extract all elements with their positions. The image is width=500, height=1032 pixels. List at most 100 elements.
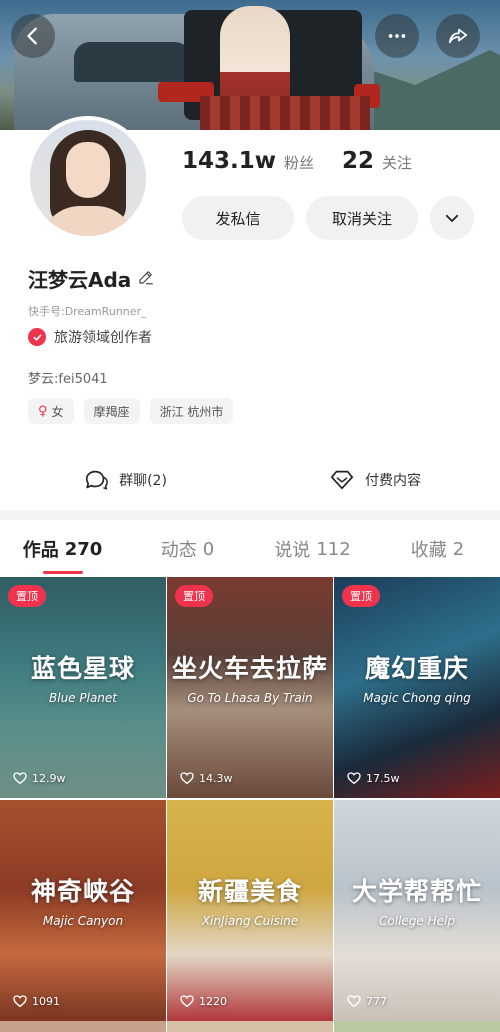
edit-icon[interactable] — [137, 268, 155, 290]
video-likes-count: 17.5w — [366, 771, 400, 785]
share-icon — [448, 28, 468, 44]
kuaishou-id: 快手号:DreamRunner_ — [28, 305, 147, 318]
video-likes-count: 777 — [366, 994, 387, 1008]
video-title: 坐火车去拉萨 — [171, 654, 328, 683]
pinned-badge: 置顶 — [8, 585, 46, 607]
video-likes: 1091 — [12, 993, 60, 1009]
chevron-down-icon — [445, 214, 459, 222]
next-card-peek — [334, 1021, 500, 1032]
certification-text: 旅游领域创作者 — [54, 330, 152, 346]
tag-gender-label: 女 — [51, 404, 64, 419]
chevron-left-icon — [27, 27, 37, 45]
profile-banner — [0, 0, 500, 130]
video-title: 大学帮帮忙 — [351, 877, 482, 906]
banner-car-window — [74, 42, 194, 82]
profile-action-buttons: 发私信 取消关注 — [182, 196, 474, 240]
tab-works[interactable]: 作品 270 — [0, 522, 125, 576]
heart-icon — [180, 995, 194, 1008]
back-button[interactable] — [11, 14, 55, 58]
pinned-badge: 置顶 — [175, 585, 213, 607]
section-divider — [0, 510, 500, 520]
profile-name-row: 汪梦云Ada — [28, 264, 155, 293]
video-card[interactable]: 置顶 蓝色星球 Blue Planet 12.9w — [0, 577, 166, 798]
profile-tags: ♀ 女 摩羯座 浙江 杭州市 — [28, 398, 234, 424]
expand-button[interactable] — [430, 196, 474, 240]
pencil-icon — [139, 270, 154, 284]
video-title: 魔幻重庆 — [364, 654, 469, 683]
next-row-peek — [0, 1021, 500, 1032]
video-card[interactable]: 大学帮帮忙 College Help 777 — [334, 800, 500, 1021]
tag-zodiac: 摩羯座 — [83, 398, 140, 424]
verified-check-icon — [28, 328, 46, 346]
tab-posts-label: 说说 — [274, 540, 311, 561]
tab-favorites-label: 收藏 — [410, 540, 447, 561]
active-tab-indicator — [42, 571, 83, 574]
send-message-button[interactable]: 发私信 — [182, 196, 294, 240]
group-chat-label: 群聊(2) — [119, 473, 167, 489]
video-subtitle: Magic Chong qing — [363, 691, 471, 705]
video-likes-count: 14.3w — [199, 771, 233, 785]
tab-works-label: 作品 — [22, 540, 59, 561]
tab-moments-label: 动态 — [160, 540, 197, 561]
video-subtitle: Blue Planet — [49, 691, 117, 705]
heart-icon — [180, 772, 194, 785]
share-button[interactable] — [436, 14, 480, 58]
video-card[interactable]: 新疆美食 XinJiang Cuisine 1220 — [167, 800, 333, 1021]
video-card[interactable]: 置顶 魔幻重庆 Magic Chong qing 17.5w — [334, 577, 500, 798]
video-grid: 置顶 蓝色星球 Blue Planet 12.9w 置顶 坐火车去拉萨 Go T… — [0, 577, 500, 1021]
video-likes: 14.3w — [179, 770, 233, 786]
tab-moments[interactable]: 动态 0 — [125, 522, 250, 576]
tab-favorites[interactable]: 收藏 2 — [375, 522, 500, 576]
video-title: 神奇峡谷 — [30, 877, 135, 906]
female-icon: ♀ — [38, 403, 48, 419]
banner-blanket — [200, 96, 370, 130]
video-card[interactable]: 置顶 坐火车去拉萨 Go To Lhasa By Train 14.3w — [167, 577, 333, 798]
diamond-icon — [330, 470, 354, 490]
heart-icon — [13, 995, 27, 1008]
followers-label[interactable]: 粉丝 — [284, 152, 314, 173]
tag-location: 浙江 杭州市 — [149, 398, 234, 424]
video-likes: 1220 — [179, 993, 227, 1009]
video-subtitle: XinJiang Cuisine — [201, 914, 299, 928]
tab-posts[interactable]: 说说 112 — [250, 522, 375, 576]
content-tabs: 作品 270 动态 0 说说 112 收藏 2 — [0, 522, 500, 576]
next-card-peek — [0, 1021, 166, 1032]
heart-icon — [13, 772, 27, 785]
profile-actions-bar: 群聊(2) 付费内容 — [0, 452, 500, 508]
video-title: 蓝色星球 — [30, 654, 135, 683]
pinned-badge: 置顶 — [342, 585, 380, 607]
certification-row[interactable]: 旅游领域创作者 — [28, 327, 152, 347]
video-likes: 12.9w — [12, 770, 66, 786]
video-subtitle: Go To Lhasa By Train — [187, 691, 313, 705]
video-likes-count: 1091 — [32, 994, 60, 1008]
paid-content-label: 付费内容 — [365, 473, 421, 489]
profile-name: 汪梦云Ada — [28, 268, 132, 292]
next-card-peek — [167, 1021, 333, 1032]
tab-posts-count: 112 — [316, 538, 351, 560]
unfollow-button[interactable]: 取消关注 — [306, 196, 418, 240]
heart-icon — [347, 772, 361, 785]
avatar-face — [66, 142, 110, 198]
avatar[interactable] — [26, 116, 150, 240]
chat-bubble-icon — [85, 470, 108, 490]
following-count[interactable]: 22 — [342, 148, 374, 174]
avatar-image — [30, 120, 146, 236]
video-card[interactable]: 神奇峡谷 Majic Canyon 1091 — [0, 800, 166, 1021]
paid-content-button[interactable]: 付费内容 — [250, 452, 500, 508]
video-likes-count: 1220 — [199, 994, 227, 1008]
profile-stats: 143.1w 粉丝 22 关注 — [182, 148, 432, 174]
ellipsis-icon — [388, 34, 406, 38]
video-likes: 777 — [346, 993, 387, 1009]
video-likes: 17.5w — [346, 770, 400, 786]
video-likes-count: 12.9w — [32, 771, 66, 785]
more-button[interactable] — [375, 14, 419, 58]
group-chat-button[interactable]: 群聊(2) — [0, 452, 250, 508]
followers-count[interactable]: 143.1w — [182, 148, 276, 174]
video-subtitle: College Help — [379, 914, 455, 928]
video-title: 新疆美食 — [197, 877, 302, 906]
tab-moments-count: 0 — [202, 538, 215, 560]
following-label[interactable]: 关注 — [382, 152, 412, 173]
heart-icon — [347, 995, 361, 1008]
tab-favorites-count: 2 — [452, 538, 465, 560]
video-subtitle: Majic Canyon — [42, 914, 124, 928]
